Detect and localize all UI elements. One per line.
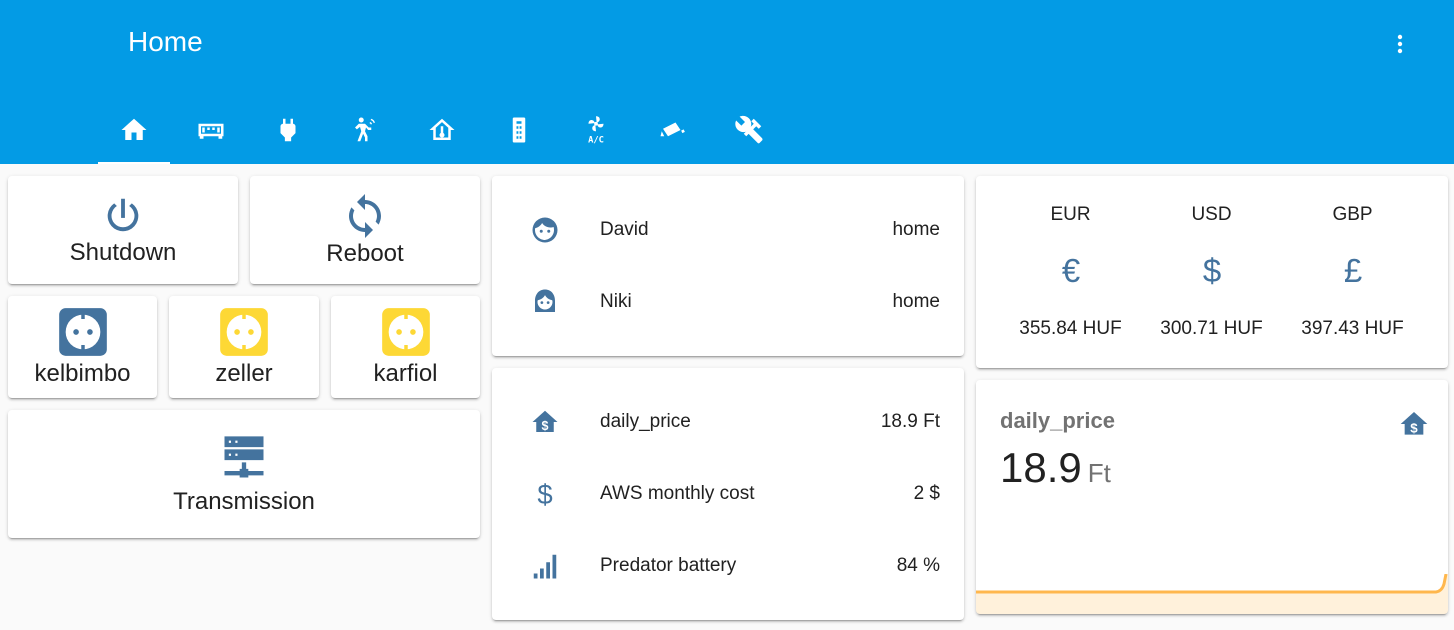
router-device-icon — [198, 123, 224, 139]
motion-sensor-icon — [355, 117, 375, 142]
sensor-card-value: 18.9 — [1000, 444, 1082, 491]
zeller-label: zeller — [215, 360, 273, 387]
currency-code: USD — [1191, 204, 1232, 225]
svg-text:$: $ — [537, 479, 552, 509]
zeller-outlet-button[interactable]: zeller — [169, 296, 319, 398]
person-row-niki[interactable]: Niki home — [492, 282, 964, 322]
shutdown-label: Shutdown — [69, 239, 177, 266]
home-currency-icon: $ — [1398, 408, 1430, 440]
shutdown-button[interactable]: Shutdown — [8, 176, 238, 284]
tab-plugs[interactable] — [252, 96, 324, 164]
currency-code: EUR — [1050, 204, 1091, 225]
currency-rate: 355.84 HUF — [1019, 318, 1122, 339]
dollar-icon: $ — [528, 477, 562, 511]
remote-icon — [512, 117, 526, 143]
tab-climate[interactable] — [406, 96, 478, 164]
home-currency-icon: $ — [528, 405, 562, 439]
kelbimbo-label: kelbimbo — [34, 360, 131, 387]
svg-text:$: $ — [1410, 421, 1418, 436]
home-thermometer-icon — [429, 118, 455, 140]
tab-bar: A/C — [98, 96, 791, 164]
person-name: David — [600, 219, 649, 240]
reboot-button[interactable]: Reboot — [250, 176, 480, 284]
server-network-icon — [224, 436, 264, 478]
dollar-icon: $ — [1202, 252, 1220, 288]
karfiol-outlet-button[interactable]: karfiol — [331, 296, 480, 398]
outlet-icon — [381, 308, 430, 356]
sensor-row-aws-cost[interactable]: $ AWS monthly cost 2 $ — [492, 474, 964, 514]
currency-code: GBP — [1332, 204, 1373, 225]
person-state: home — [892, 291, 940, 312]
euro-icon: € — [1061, 252, 1079, 288]
currency-gbp[interactable]: GBP £ 397.43 HUF — [1282, 176, 1423, 366]
security-camera-icon — [660, 122, 685, 137]
currency-eur[interactable]: EUR € 355.84 HUF — [1000, 176, 1141, 366]
app-header: Home A/C — [0, 0, 1454, 164]
svg-text:£: £ — [1343, 252, 1361, 288]
sensor-card-name: daily_price — [1000, 408, 1115, 433]
svg-text:$: $ — [542, 419, 549, 433]
sensors-card: $ daily_price 18.9 Ft $ AWS monthly cost… — [492, 368, 964, 620]
svg-text:$: $ — [1202, 252, 1220, 288]
kelbimbo-outlet-button[interactable]: kelbimbo — [8, 296, 157, 398]
tab-tools[interactable] — [714, 96, 786, 164]
transmission-label: Transmission — [173, 488, 315, 515]
people-card: David home Niki home — [492, 176, 964, 356]
currency-usd[interactable]: USD $ 300.71 HUF — [1141, 176, 1282, 366]
tools-icon — [735, 115, 763, 144]
sensor-row-predator-battery[interactable]: Predator battery 84 % — [492, 546, 964, 586]
home-icon — [121, 118, 147, 140]
sensor-value: 18.9 Ft — [880, 411, 940, 432]
karfiol-label: karfiol — [373, 360, 438, 387]
pound-icon: £ — [1343, 252, 1361, 288]
tab-cameras[interactable] — [637, 96, 709, 164]
svg-text:A/C: A/C — [588, 136, 604, 146]
page-title: Home — [128, 26, 203, 57]
air-conditioner-icon: A/C — [588, 116, 604, 146]
sensor-card-unit: Ft — [1087, 458, 1111, 488]
face-woman-icon — [528, 285, 562, 319]
transmission-button[interactable]: Transmission — [8, 410, 480, 538]
face-man-icon — [528, 213, 562, 247]
sensor-value: 2 $ — [913, 483, 940, 504]
tab-ac[interactable]: A/C — [560, 96, 632, 164]
signal-bars-icon — [528, 549, 562, 583]
sensor-card-value-row: 18.9 Ft — [1000, 444, 1111, 492]
power-icon — [107, 198, 139, 232]
tab-home[interactable] — [98, 96, 170, 164]
svg-text:€: € — [1061, 252, 1079, 288]
person-state: home — [892, 219, 940, 240]
tab-remote[interactable] — [483, 96, 555, 164]
restart-icon — [349, 194, 381, 238]
sensor-history-graph — [976, 574, 1448, 614]
sensor-name: Predator battery — [600, 555, 737, 576]
currency-card: EUR € 355.84 HUF USD $ 300.71 HUF GBP £ … — [976, 176, 1448, 368]
dots-vertical-icon[interactable] — [1384, 28, 1416, 60]
tab-motion[interactable] — [329, 96, 401, 164]
sensor-value: 84 % — [896, 555, 940, 576]
sensor-row-daily-price[interactable]: $ daily_price 18.9 Ft — [492, 402, 964, 442]
outlet-icon — [220, 308, 268, 356]
daily-price-sensor-card[interactable]: daily_price $ 18.9 Ft — [976, 380, 1448, 614]
currency-rate: 300.71 HUF — [1160, 318, 1263, 339]
sensor-name: AWS monthly cost — [600, 483, 755, 504]
power-plug-icon — [280, 118, 296, 142]
sensor-name: daily_price — [600, 411, 691, 432]
outlet-icon — [58, 308, 107, 356]
tab-devices[interactable] — [175, 96, 247, 164]
person-name: Niki — [600, 291, 632, 312]
reboot-label: Reboot — [326, 240, 404, 267]
person-row-david[interactable]: David home — [492, 210, 964, 250]
currency-rate: 397.43 HUF — [1301, 318, 1404, 339]
